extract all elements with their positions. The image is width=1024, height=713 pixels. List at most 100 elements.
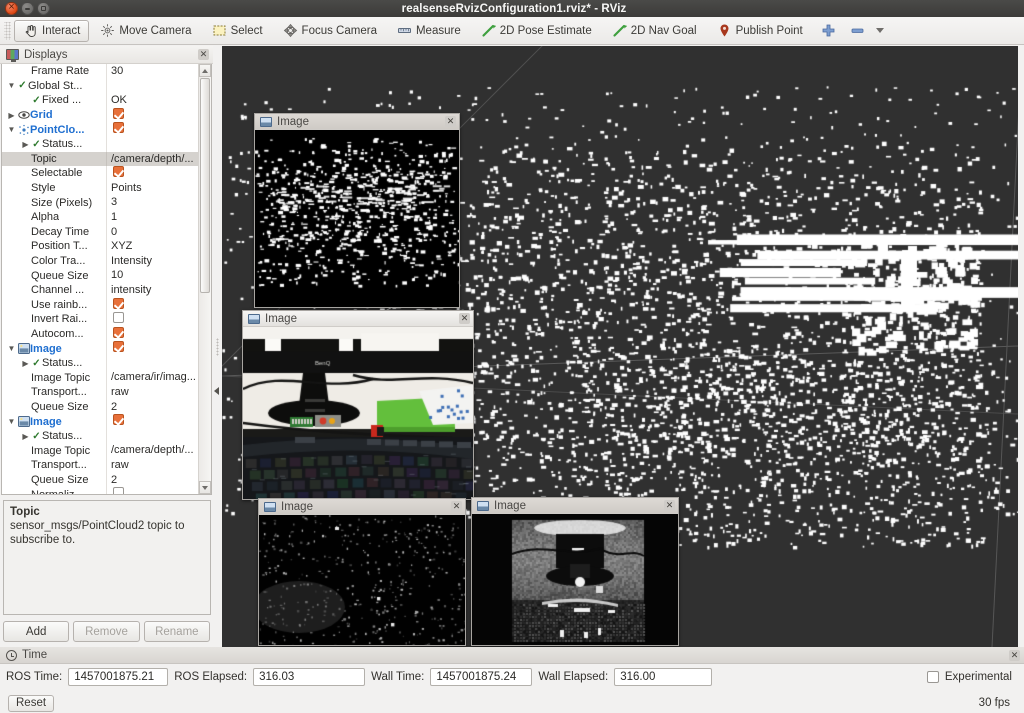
display-row[interactable]: ▶ ✓ Status...	[2, 355, 198, 371]
toolbar-button-2d-pose-estimate[interactable]: 2D Pose Estimate	[472, 20, 601, 42]
expander-closed-icon[interactable]: ▶	[20, 140, 31, 149]
remove-tool-button[interactable]	[845, 20, 870, 42]
image-window-2[interactable]: Image ✕	[242, 310, 474, 500]
display-row[interactable]: Normaliz...	[2, 487, 198, 494]
display-row[interactable]: ▼ PointClo...	[2, 122, 198, 137]
display-row[interactable]: Frame Rate 30	[2, 64, 198, 79]
window-maximize-button[interactable]	[37, 2, 50, 15]
toolbar-button-publish-point[interactable]: Publish Point	[708, 20, 812, 42]
display-row-value[interactable]: XYZ	[106, 239, 198, 254]
time-field-ros-time[interactable]: 1457001875.21	[68, 668, 169, 686]
experimental-checkbox[interactable]	[926, 671, 939, 683]
display-row-value[interactable]: intensity	[106, 282, 198, 298]
toolbar-button-select[interactable]: Select	[203, 20, 272, 42]
image-window-4[interactable]: Image ✕	[471, 497, 679, 646]
display-row-value[interactable]: 2	[106, 399, 198, 415]
display-row-value[interactable]: 1	[106, 209, 198, 225]
expander-open-icon[interactable]: ▼	[6, 125, 17, 134]
display-row[interactable]: ▶ ✓ Status...	[2, 136, 198, 152]
display-row-value[interactable]	[106, 487, 198, 494]
expander-closed-icon[interactable]: ▶	[20, 432, 31, 441]
display-row[interactable]: Image Topic/camera/ir/imag...	[2, 370, 198, 386]
time-field-wall-elapsed[interactable]: 316.00	[614, 668, 713, 686]
display-row[interactable]: Invert Rai...	[2, 312, 198, 327]
display-row[interactable]: ▼ ✓ Global St...	[2, 78, 198, 94]
display-row[interactable]: Style Points	[2, 180, 198, 196]
scroll-up-button[interactable]	[199, 64, 211, 77]
image-window-1-titlebar[interactable]: Image ✕	[255, 114, 459, 130]
display-row[interactable]: Queue Size 10	[2, 268, 198, 283]
display-row[interactable]: Queue Size 2	[2, 399, 198, 415]
image-window-2-titlebar[interactable]: Image ✕	[243, 311, 473, 327]
display-row-value[interactable]: /camera/depth/...	[106, 443, 198, 459]
expander-closed-icon[interactable]: ▶	[6, 111, 17, 120]
display-row-value[interactable]: OK	[106, 93, 198, 108]
scroll-down-button[interactable]	[199, 481, 211, 494]
toolbar-button-measure[interactable]: Measure	[388, 20, 470, 42]
display-row-value[interactable]: 2	[106, 472, 198, 488]
display-row-value[interactable]: 10	[106, 268, 198, 283]
time-field-ros-elapsed[interactable]: 316.03	[253, 668, 366, 686]
display-row-value[interactable]	[106, 414, 198, 429]
display-row[interactable]: Alpha 1	[2, 209, 198, 225]
display-enable-checkbox[interactable]	[113, 166, 124, 178]
toolbar-button-interact[interactable]: Interact	[14, 19, 90, 42]
window-close-button[interactable]	[5, 0, 18, 15]
display-row-value[interactable]: /camera/ir/imag...	[106, 370, 198, 386]
display-row-value[interactable]: 3	[106, 195, 198, 210]
display-row-value[interactable]	[106, 341, 198, 356]
display-row-value[interactable]	[106, 107, 198, 123]
display-row[interactable]: ✓ Fixed ... OK	[2, 93, 198, 108]
display-row-value[interactable]	[106, 297, 198, 313]
display-enable-checkbox[interactable]	[113, 414, 124, 426]
display-enable-checkbox[interactable]	[113, 122, 124, 134]
display-row-value[interactable]	[106, 326, 198, 342]
splitter-collapse-arrow-icon[interactable]	[214, 387, 219, 395]
display-enable-checkbox[interactable]	[113, 312, 124, 324]
display-row[interactable]: Color Tra... Intensity	[2, 253, 198, 269]
display-row[interactable]: Transport... raw	[2, 385, 198, 400]
display-row-value[interactable]: 30	[106, 64, 198, 79]
image-window-2-close-button[interactable]: ✕	[459, 313, 470, 324]
toolbar-overflow-button[interactable]	[871, 20, 889, 42]
toolbar-drag-handle[interactable]	[4, 21, 11, 40]
display-row-value[interactable]: raw	[106, 458, 198, 473]
display-row[interactable]: Use rainb...	[2, 297, 198, 313]
display-row[interactable]: ▶ ✓ Status...	[2, 428, 198, 444]
display-row-value[interactable]	[106, 166, 198, 181]
display-row[interactable]: ▼ Image	[2, 414, 198, 429]
add-tool-button[interactable]	[814, 20, 843, 42]
time-panel-close-button[interactable]: ✕	[1009, 650, 1020, 661]
display-enable-checkbox[interactable]	[113, 326, 124, 338]
display-row[interactable]: Queue Size 2	[2, 472, 198, 488]
display-enable-checkbox[interactable]	[113, 487, 124, 494]
display-row-value[interactable]: /camera/depth/...	[106, 151, 198, 167]
display-enable-checkbox[interactable]	[113, 341, 124, 353]
display-row[interactable]: ▼ Image	[2, 341, 198, 356]
display-row[interactable]: Decay Time 0	[2, 224, 198, 240]
display-row-value[interactable]: raw	[106, 385, 198, 400]
image-window-1-close-button[interactable]: ✕	[445, 116, 456, 127]
time-field-wall-time[interactable]: 1457001875.24	[430, 668, 533, 686]
display-row[interactable]: Transport... raw	[2, 458, 198, 473]
expander-open-icon[interactable]: ▼	[6, 344, 17, 353]
display-row[interactable]: Image Topic/camera/depth/...	[2, 443, 198, 459]
display-row[interactable]: Autocom...	[2, 326, 198, 342]
display-enable-checkbox[interactable]	[113, 107, 124, 119]
display-row[interactable]: Size (Pixels) 3	[2, 195, 198, 210]
display-row-value[interactable]	[106, 312, 198, 327]
display-row[interactable]: Topic/camera/depth/...	[2, 151, 198, 167]
window-minimize-button[interactable]	[21, 2, 34, 15]
toolbar-button-move-camera[interactable]: Move Camera	[91, 20, 200, 42]
display-row[interactable]: ▶ Grid	[2, 107, 198, 123]
display-row-value[interactable]: 0	[106, 224, 198, 240]
display-row-value[interactable]: Points	[106, 180, 198, 196]
panel-splitter[interactable]	[213, 46, 222, 647]
reset-button[interactable]: Reset	[8, 694, 55, 712]
toolbar-button-focus-camera[interactable]: Focus Camera	[274, 20, 386, 42]
display-row-value[interactable]	[106, 122, 198, 137]
displays-tree-scrollbar[interactable]	[198, 64, 211, 494]
display-row[interactable]: Selectable	[2, 166, 198, 181]
expander-closed-icon[interactable]: ▶	[20, 359, 31, 368]
image-window-4-close-button[interactable]: ✕	[664, 500, 675, 511]
